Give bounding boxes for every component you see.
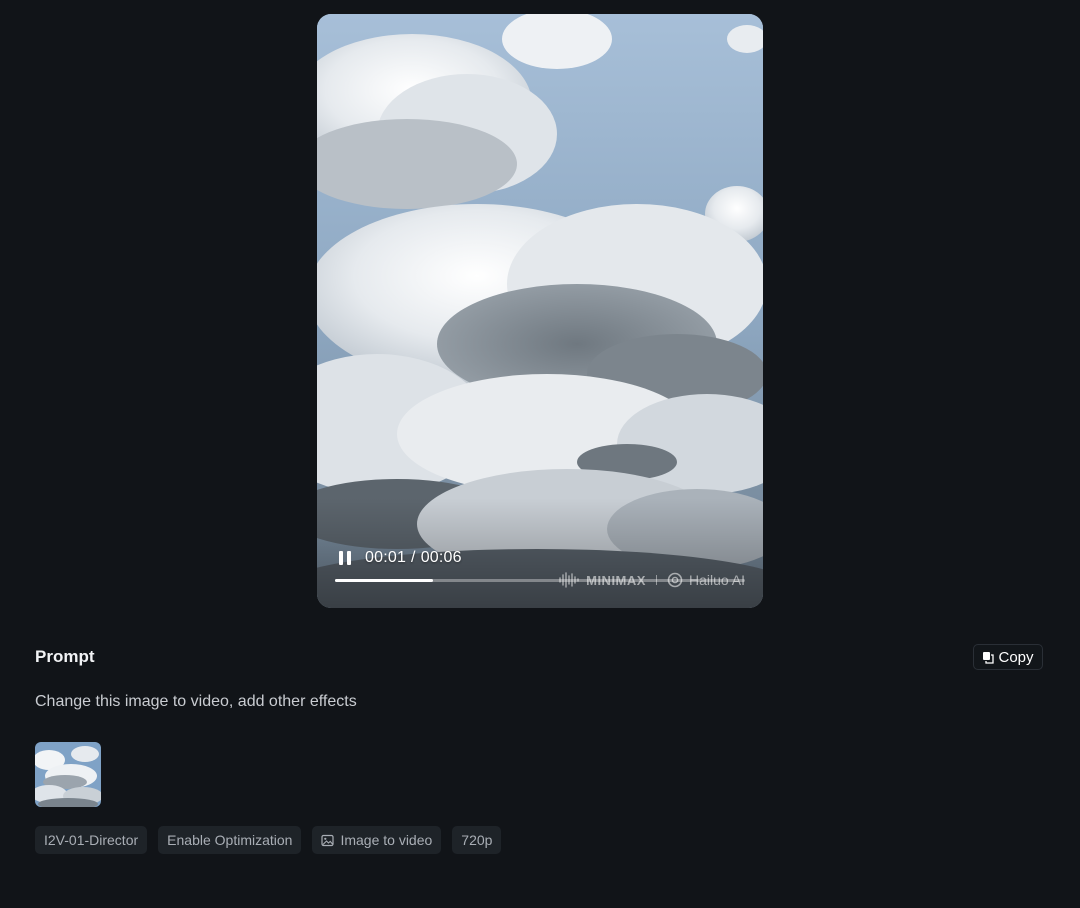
time-readout: 00:01/00:06 xyxy=(365,548,462,568)
watermark-product: Hailuo AI xyxy=(688,572,745,588)
cloud-thumbnail xyxy=(35,742,101,807)
reference-image-thumbnail[interactable] xyxy=(35,742,101,807)
watermark: MINIMAX Hailuo AI xyxy=(558,571,745,589)
tag-resolution: 720p xyxy=(452,826,502,854)
watermark-divider xyxy=(655,575,657,585)
hailuo-logo-icon xyxy=(667,572,683,588)
tag-model: I2V-01-Director xyxy=(35,826,148,854)
copy-button[interactable]: Copy xyxy=(973,644,1043,670)
copy-icon xyxy=(983,651,995,664)
pause-icon xyxy=(339,551,351,565)
tag-label: Image to video xyxy=(340,832,433,848)
tag-optimization: Enable Optimization xyxy=(158,826,302,854)
copy-label: Copy xyxy=(998,648,1034,666)
tag-label: 720p xyxy=(461,832,493,848)
time-separator: / xyxy=(411,549,416,566)
soundwave-logo-icon xyxy=(559,572,579,588)
watermark-brand: MINIMAX xyxy=(586,572,646,588)
tag-mode: Image to video xyxy=(312,826,442,854)
progress-fill xyxy=(335,579,434,582)
image-icon xyxy=(321,834,335,846)
video-player[interactable]: 00:01/00:06 MINIMAX Hailuo AI xyxy=(317,14,763,608)
duration: 00:06 xyxy=(420,549,462,566)
page: 00:01/00:06 MINIMAX Hailuo AI Prompt Cop… xyxy=(0,0,1080,908)
pause-button[interactable] xyxy=(335,548,355,568)
tag-label: Enable Optimization xyxy=(167,832,293,848)
prompt-heading: Prompt xyxy=(35,647,95,666)
current-time: 00:01 xyxy=(365,549,407,566)
tag-list: I2V-01-Director Enable Optimization Imag… xyxy=(35,826,502,854)
prompt-text: Change this image to video, add other ef… xyxy=(35,693,357,710)
tag-label: I2V-01-Director xyxy=(44,832,139,848)
